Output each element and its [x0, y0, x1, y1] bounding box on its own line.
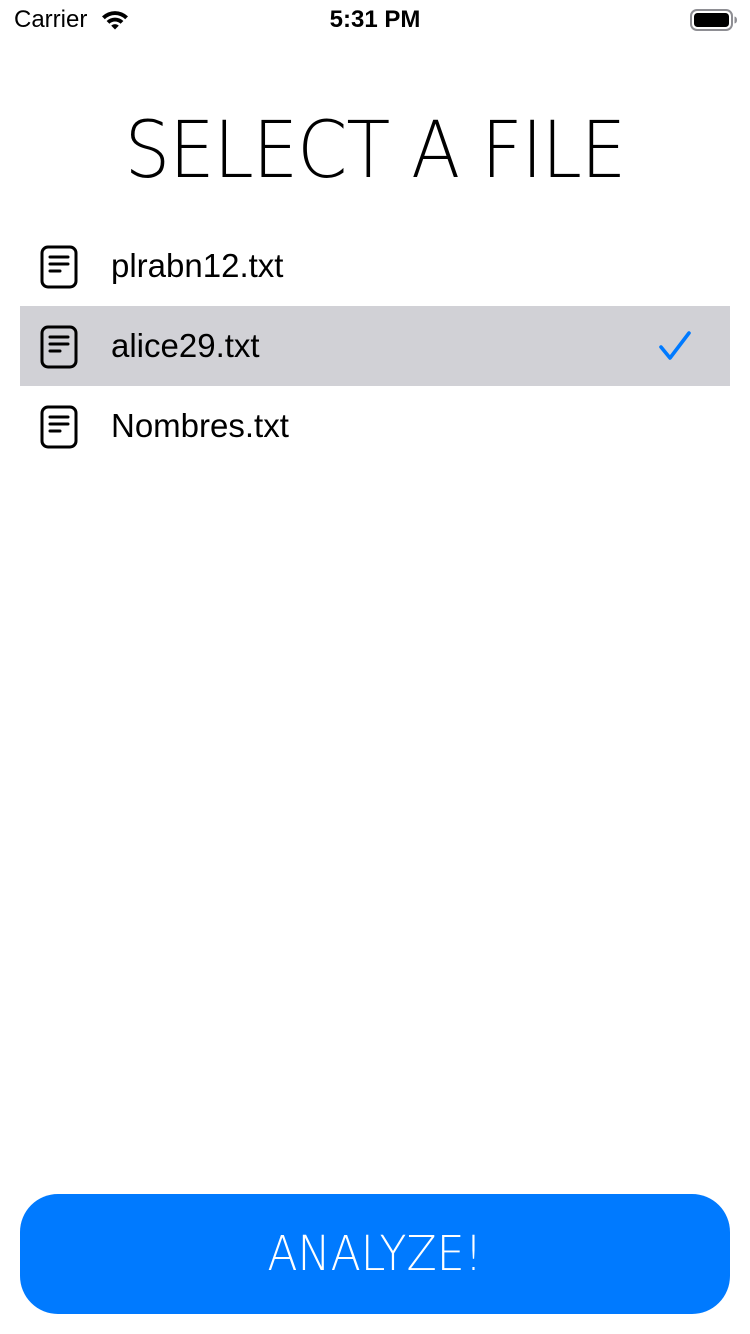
- file-row-alice29[interactable]: alice29.txt: [20, 306, 730, 386]
- file-list: plrabn12.txt alice29.txt Nombres.txt: [20, 226, 730, 466]
- document-icon: [40, 325, 78, 369]
- file-row-plrabn12[interactable]: plrabn12.txt: [20, 226, 730, 306]
- battery-icon: [690, 9, 737, 31]
- file-name: alice29.txt: [111, 327, 260, 364]
- checkmark-icon: [659, 331, 691, 360]
- document-icon: [40, 245, 78, 289]
- document-icon: [40, 405, 78, 449]
- analyze-button-label: ANALYZE!: [267, 1226, 483, 1282]
- file-name: Nombres.txt: [111, 407, 289, 444]
- status-time: 5:31 PM: [329, 6, 421, 33]
- page-title: SELECT A FILE: [124, 106, 627, 196]
- status-bar: Carrier 5:31 PM: [0, 0, 750, 40]
- file-selection-screen: Carrier 5:31 PM SELECT A FILE plrabn12.t…: [0, 0, 750, 1334]
- analyze-button[interactable]: ANALYZE!: [20, 1194, 730, 1314]
- file-name: plrabn12.txt: [111, 247, 284, 284]
- file-row-nombres[interactable]: Nombres.txt: [20, 386, 730, 466]
